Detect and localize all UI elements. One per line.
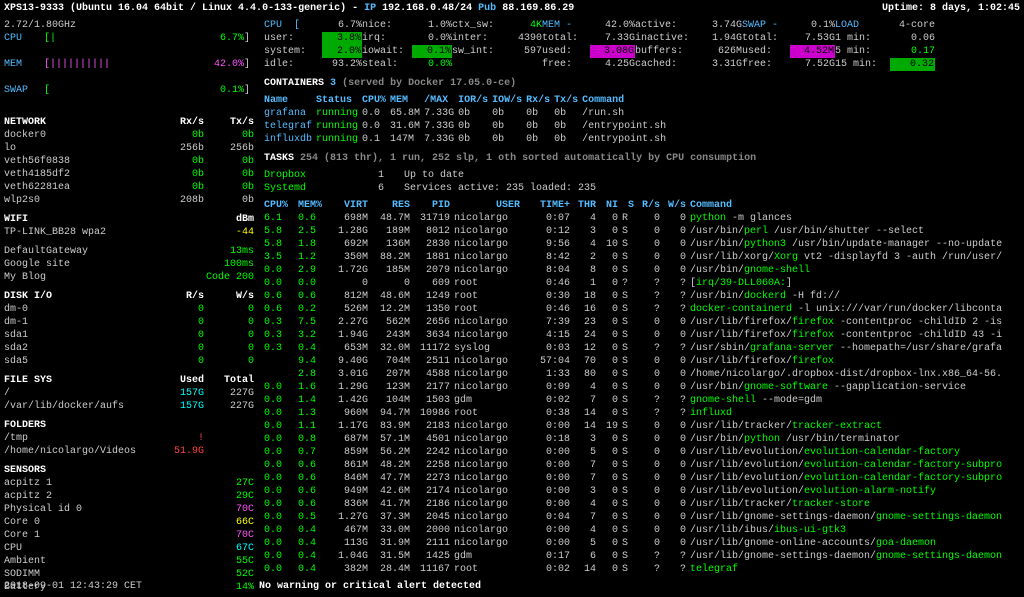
process-row: 0.00.6 949M42.6M 2174nicolargo 0:003 0S …: [264, 485, 1006, 498]
sensor-row: Ambient55C: [4, 555, 259, 568]
process-row: 2.8 3.01G207M 4588nicolargo 1:3380 0S 00…: [264, 368, 1006, 381]
process-row: 0.00.7 859M56.2M 2242nicolargo 0:005 0S …: [264, 446, 1006, 459]
network-row: wlp2s0208b0b: [4, 194, 259, 207]
process-row: 0.02.9 1.72G185M 2079nicolargo 8:048 0S …: [264, 264, 1006, 277]
fs-row: /157G227G: [4, 387, 259, 400]
quick-swap: SWAP [ 0.1%]: [4, 84, 259, 110]
network-header: NETWORKRx/sTx/s: [4, 116, 259, 129]
process-row: 0.00.6 846M47.7M 2273nicolargo 0:007 0S …: [264, 472, 1006, 485]
disk-row: dm-100: [4, 316, 259, 329]
process-row: 5.81.8 692M136M 2830nicolargo 9:564 10S …: [264, 238, 1006, 251]
quick-cpu: CPU [| 6.7%]: [4, 32, 259, 58]
process-row: 0.00.4 382M28.4M 11167root 0:0214 0S ?? …: [264, 563, 1006, 576]
folders-header: FOLDERS: [4, 419, 259, 432]
network-row: docker00b0b: [4, 129, 259, 142]
sensor-row: acpitz 127C: [4, 477, 259, 490]
process-row: 0.00.6 861M48.2M 2258nicolargo 0:007 0S …: [264, 459, 1006, 472]
containers-table: NameStatusCPU%MEM/MAXIOR/sIOW/sRx/sTx/sC…: [264, 94, 670, 146]
container-row: influxdbrunning0.1147M7.33G0b0b0b0b/entr…: [264, 133, 670, 146]
disk-header: DISK I/OR/sW/s: [4, 290, 259, 303]
process-row: 9.4 9.40G704M 2511nicolargo 57:0470 0S 0…: [264, 355, 1006, 368]
fs-header: FILE SYSUsedTotal: [4, 374, 259, 387]
process-row: 0.00.4 113G31.9M 2111nicolargo 0:005 0S …: [264, 537, 1006, 550]
network-row: veth56f08380b0b: [4, 155, 259, 168]
disk-row: sda500: [4, 355, 259, 368]
process-row: 0.60.6 812M48.6M 1249root 0:3018 0S ?? /…: [264, 290, 1006, 303]
network-row: lo256b256b: [4, 142, 259, 155]
fs-row: /var/lib/docker/aufs157G227G: [4, 400, 259, 413]
process-row: 0.37.5 2.27G562M 2656nicolargo 7:3923 0S…: [264, 316, 1006, 329]
sensor-row: CPU67C: [4, 542, 259, 555]
service-row: DefaultGateway13ms: [4, 245, 259, 258]
cpu-stats-block: CPU [6.7%nice:1.0%ctx_sw:4KMEM -42.0%act…: [264, 19, 1020, 71]
sensor-row: acpitz 229C: [4, 490, 259, 503]
process-row: 0.00.8 687M57.1M 4501nicolargo 0:183 0S …: [264, 433, 1006, 446]
process-row: 0.01.6 1.29G123M 2177nicolargo 0:094 0S …: [264, 381, 1006, 394]
folder-row: /home/nicolargo/Videos51.9G: [4, 445, 259, 458]
cpu-freq: 2.72/1.80GHz: [4, 19, 259, 32]
container-row: grafanarunning0.065.8M7.33G0b0b0b0b/run.…: [264, 107, 670, 120]
disk-row: sda200: [4, 342, 259, 355]
tasks-header: TASKS 254 (813 thr), 1 run, 252 slp, 1 o…: [264, 152, 1020, 165]
wifi-row: TP-LINK_BB28 wpa2-44: [4, 226, 259, 239]
service-row: My BlogCode 200: [4, 271, 259, 284]
network-row: veth4185df20b0b: [4, 168, 259, 181]
status-bar: 2018-09-01 12:43:29 CET No warning or cr…: [4, 580, 1020, 593]
network-row: veth62281ea0b0b: [4, 181, 259, 194]
sensors-header: SENSORS: [4, 464, 259, 477]
process-row: 0.00.4 1.04G31.5M 1425gdm 0:176 0S ?? /u…: [264, 550, 1006, 563]
process-row: 0.00.6 836M41.7M 2186nicolargo 0:004 0S …: [264, 498, 1006, 511]
wifi-header: WIFIdBm: [4, 213, 259, 226]
process-row: 0.33.2 1.94G243M 3634nicolargo 4:1524 0S…: [264, 329, 1006, 342]
titlebar: XPS13-9333 (Ubuntu 16.04 64bit / Linux 4…: [4, 2, 1020, 15]
process-row: 5.82.5 1.28G189M 8012nicolargo 0:123 0S …: [264, 225, 1006, 238]
folder-row: /tmp!: [4, 432, 259, 445]
process-row: 0.00.5 1.27G37.3M 2045nicolargo 0:047 0S…: [264, 511, 1006, 524]
service-row: Google site100ms: [4, 258, 259, 271]
process-row: 6.10.6 698M48.7M 31719nicolargo 0:074 0R…: [264, 212, 1006, 225]
process-row: 0.00.4 467M33.0M 2000nicolargo 0:004 0S …: [264, 524, 1006, 537]
process-row: 0.01.4 1.42G104M 1503gdm 0:027 0S ?? gno…: [264, 394, 1006, 407]
container-row: telegrafrunning0.031.6M7.33G0b0b0b0b/ent…: [264, 120, 670, 133]
process-row: 0.60.2 526M12.2M 1350root 0:4616 0S ?? d…: [264, 303, 1006, 316]
process-row: 0.01.3 960M94.7M 10986root 0:3814 0S ?? …: [264, 407, 1006, 420]
disk-row: dm-000: [4, 303, 259, 316]
containers-header: CONTAINERS 3 (served by Docker 17.05.0-c…: [264, 77, 1020, 90]
process-row: 0.00.0 00 609root 0:461 0? ?? [irq/39-DL…: [264, 277, 1006, 290]
process-row: 3.51.2 350M88.2M 1881nicolargo 8:422 0S …: [264, 251, 1006, 264]
sensor-row: Physical id 070C: [4, 503, 259, 516]
sensor-row: Core 066C: [4, 516, 259, 529]
process-table: CPU%MEM%VIRTRESPIDUSERTIME+THRNISR/sW/sC…: [264, 199, 1006, 576]
process-row: 0.01.1 1.17G83.9M 2183nicolargo 0:0014 1…: [264, 420, 1006, 433]
sensor-row: Core 170C: [4, 529, 259, 542]
disk-row: sda100: [4, 329, 259, 342]
process-row: 0.30.4 653M32.0M 11172syslog 0:0312 0S ?…: [264, 342, 1006, 355]
service-status-row: Systemd6Services active: 235 loaded: 235: [264, 182, 1020, 195]
service-status-row: Dropbox1Up to date: [264, 169, 1020, 182]
quick-mem: MEM [|||||||||| 42.0%]: [4, 58, 259, 84]
